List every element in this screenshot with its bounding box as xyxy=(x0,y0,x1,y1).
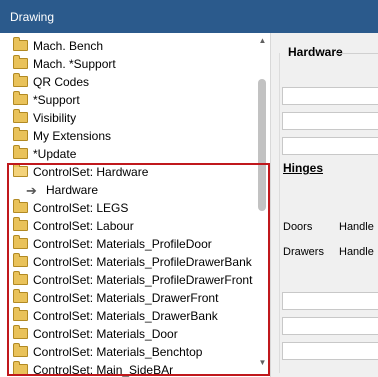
folder-icon xyxy=(13,199,28,213)
tree-item-label: ControlSet: Labour xyxy=(33,219,134,233)
tree-item-label: ControlSet: LEGS xyxy=(33,201,129,215)
tree-item[interactable]: ControlSet: Materials_ProfileDrawerBank xyxy=(0,253,255,271)
folder-icon xyxy=(13,37,28,51)
tree-item-label: ControlSet: Materials_Benchtop xyxy=(33,345,203,359)
tree-item-label: ControlSet: Materials_ProfileDoor xyxy=(33,237,212,251)
tree-item-label: Hardware xyxy=(46,183,99,197)
arrow-right-icon: ➔ xyxy=(26,183,37,198)
scroll-up-arrow-icon[interactable]: ▲ xyxy=(255,33,270,48)
tree-item[interactable]: ControlSet: Materials_Benchtop xyxy=(0,343,255,361)
doors-handle-label: Handle xyxy=(339,221,374,233)
folder-icon xyxy=(13,235,28,249)
tree-scrollbar[interactable]: ▲ ▼ xyxy=(255,33,270,377)
tree-item-label: ControlSet: Materials_ProfileDrawerFront xyxy=(33,273,253,287)
tree-item[interactable]: My Extensions xyxy=(0,127,255,145)
hardware-field-2[interactable] xyxy=(282,112,378,130)
hinges-heading: Hinges xyxy=(283,161,324,175)
tree-item[interactable]: Mach. *Support xyxy=(0,55,255,73)
tree-item-label: *Support xyxy=(33,93,80,107)
tree-item-label: ControlSet: Materials_DrawerFront xyxy=(33,291,219,305)
tree-item-label: My Extensions xyxy=(33,129,112,143)
folder-icon xyxy=(13,271,28,285)
group-divider xyxy=(337,53,378,54)
tree-item[interactable]: ControlSet: Materials_ProfileDoor xyxy=(0,235,255,253)
tree-item-label: *Update xyxy=(33,147,77,161)
folder-icon xyxy=(13,361,28,375)
folder-icon xyxy=(13,127,28,141)
scroll-thumb[interactable] xyxy=(258,79,266,211)
tree-item[interactable]: ControlSet: LEGS xyxy=(0,199,255,217)
tree-item[interactable]: Visibility xyxy=(0,109,255,127)
tree-item-label: Visibility xyxy=(33,111,77,125)
properties-panel: Hardware Hinges Doors Handle Drawers Han… xyxy=(271,33,378,377)
tree-item-label: Mach. *Support xyxy=(33,57,116,71)
tree-item[interactable]: ControlSet: Main_SideBAr xyxy=(0,361,255,377)
drawers-label: Drawers xyxy=(283,246,324,258)
folder-icon xyxy=(13,91,28,105)
hardware-field-4[interactable] xyxy=(282,292,378,310)
tree-item[interactable]: *Update xyxy=(0,145,255,163)
folder-icon xyxy=(13,109,28,123)
window-title: Drawing xyxy=(10,10,55,24)
drawers-handle-label: Handle xyxy=(339,246,374,258)
scroll-down-arrow-icon[interactable]: ▼ xyxy=(255,355,270,370)
tree-item[interactable]: ControlSet: Materials_DrawerBank xyxy=(0,307,255,325)
tree-item-label: ControlSet: Materials_ProfileDrawerBank xyxy=(33,255,252,269)
folder-icon xyxy=(13,289,28,303)
tree-item-label: QR Codes xyxy=(33,75,90,89)
tree-item[interactable]: ControlSet: Materials_DrawerFront xyxy=(0,289,255,307)
folder-icon xyxy=(13,307,28,321)
hardware-field-5[interactable] xyxy=(282,317,378,335)
doors-label: Doors xyxy=(283,221,313,233)
tree-item[interactable]: *Support xyxy=(0,91,255,109)
tree-item-label: ControlSet: Materials_Door xyxy=(33,327,178,341)
hardware-field-3[interactable] xyxy=(282,137,378,155)
tree-item[interactable]: Mach. Bench xyxy=(0,37,255,55)
folder-icon xyxy=(13,217,28,231)
folder-icon xyxy=(13,325,28,339)
folder-icon xyxy=(13,145,28,159)
folder-icon xyxy=(13,253,28,267)
group-border xyxy=(279,53,280,373)
tree-item[interactable]: QR Codes xyxy=(0,73,255,91)
tree-item-label: ControlSet: Main_SideBAr xyxy=(33,363,174,377)
folder-icon xyxy=(13,343,28,357)
tree-item[interactable]: ControlSet: Materials_Door xyxy=(0,325,255,343)
folder-icon xyxy=(13,55,28,69)
tree-item-label: ControlSet: Hardware xyxy=(33,165,149,179)
folder-icon xyxy=(13,73,28,87)
tree-item[interactable]: ControlSet: Hardware xyxy=(0,163,255,181)
tree-item[interactable]: ControlSet: Labour xyxy=(0,217,255,235)
hardware-field-6[interactable] xyxy=(282,342,378,360)
title-bar[interactable]: Drawing xyxy=(0,0,378,33)
tree-view[interactable]: Mach. Bench Mach. *Support QR Codes *Suppor… xyxy=(0,33,271,377)
folder-open-icon xyxy=(13,163,28,177)
hardware-field-1[interactable] xyxy=(282,87,378,105)
tree-item[interactable]: ControlSet: Materials_ProfileDrawerFront xyxy=(0,271,255,289)
tree-item-label: ControlSet: Materials_DrawerBank xyxy=(33,309,218,323)
tree-item-label: Mach. Bench xyxy=(33,39,104,53)
hardware-group-title: Hardware xyxy=(288,45,343,59)
tree-item[interactable]: ➔ Hardware xyxy=(0,181,255,199)
